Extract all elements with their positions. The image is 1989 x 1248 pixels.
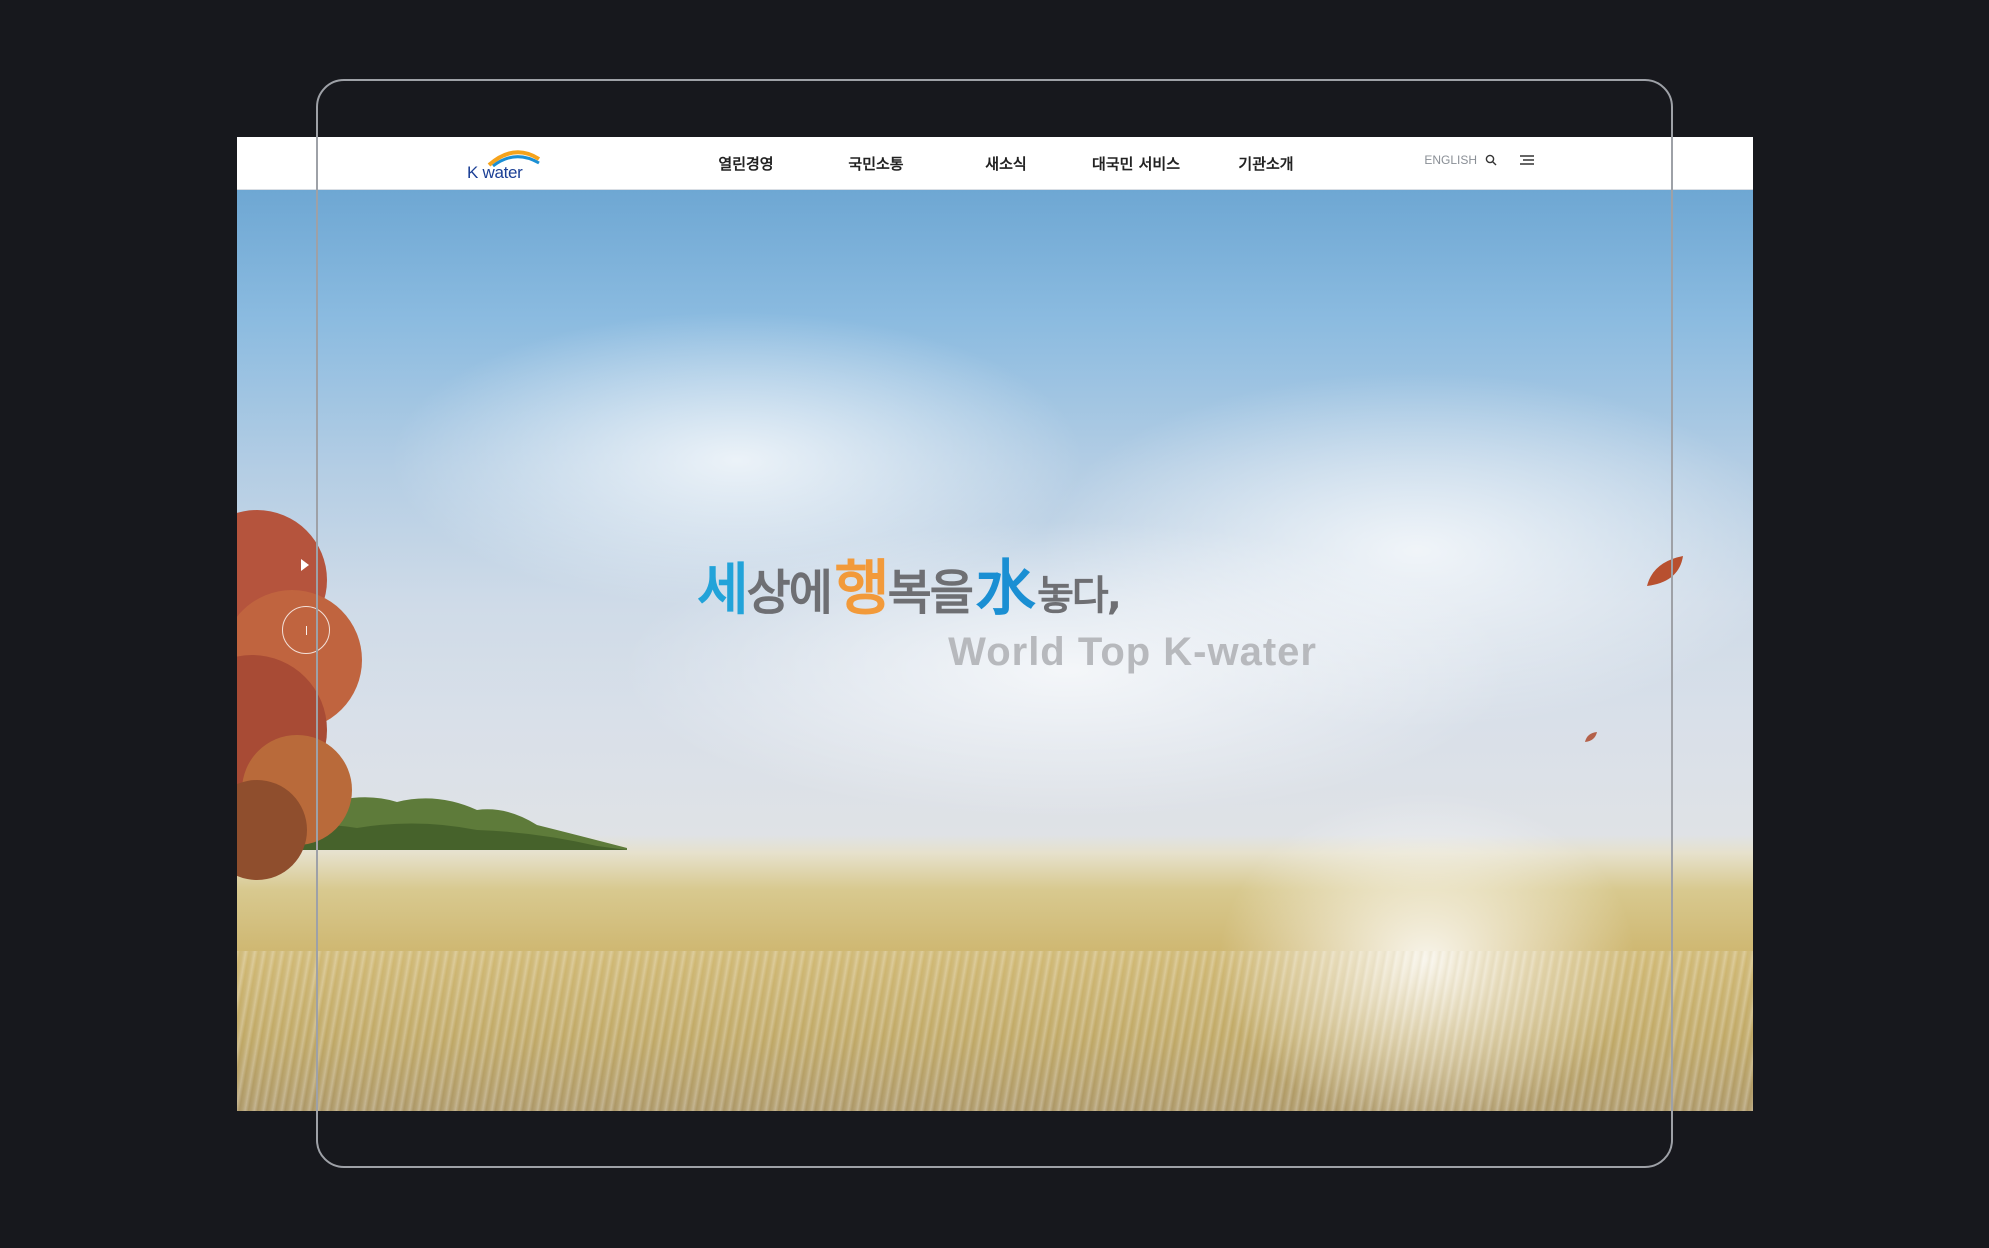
kwater-logo[interactable]: K water: [467, 147, 543, 183]
nav-item-public-communication[interactable]: 국민소통: [811, 153, 941, 174]
slogan-part-sange: 상에: [746, 565, 833, 621]
falling-leaf-icon: [1585, 732, 1597, 742]
slogan-headline: 세상에 행복을 水 놓다,: [697, 540, 1122, 627]
nav-item-news[interactable]: 새소식: [941, 153, 1071, 174]
slide-indicator-icon[interactable]: [282, 606, 330, 654]
search-icon[interactable]: [1485, 154, 1497, 166]
autumn-tree-image: [237, 510, 362, 880]
main-nav: 열린경영 국민소통 새소식 대국민 서비스 기관소개: [681, 137, 1331, 190]
website-screen: K water 열린경영 국민소통 새소식 대국민 서비스 기관소개 ENGLI…: [237, 137, 1753, 1111]
slogan-part-se: 세: [697, 558, 749, 623]
nav-item-about[interactable]: 기관소개: [1201, 153, 1331, 174]
nav-item-open-management[interactable]: 열린경영: [681, 153, 811, 174]
slogan-part-nohda: 놓다,: [1037, 573, 1122, 619]
slogan-subtitle: World Top K-water: [948, 630, 1317, 674]
presentation-stage: K water 열린경영 국민소통 새소식 대국민 서비스 기관소개 ENGLI…: [0, 0, 1989, 1248]
nav-item-public-services[interactable]: 대국민 서비스: [1071, 153, 1201, 174]
play-icon[interactable]: [300, 559, 310, 571]
slogan-part-bokeul: 복을: [887, 565, 974, 621]
hamburger-menu-icon[interactable]: [1519, 154, 1535, 166]
reed-field: [237, 951, 1753, 1111]
slogan-water-symbol: 水: [975, 554, 1036, 624]
slogan-part-haeng: 행: [834, 554, 889, 624]
utility-menu: ENGLISH: [1424, 153, 1535, 167]
falling-leaf-icon: [1647, 556, 1683, 586]
hero-slogan: 세상에 행복을 水 놓다, World Top K-water: [697, 540, 1317, 700]
logo-text: K water: [467, 163, 523, 182]
hero-visual: 세상에 행복을 水 놓다, World Top K-water: [237, 190, 1753, 1111]
language-link[interactable]: ENGLISH: [1424, 153, 1477, 167]
global-navigation-bar: K water 열린경영 국민소통 새소식 대국민 서비스 기관소개 ENGLI…: [237, 137, 1753, 190]
